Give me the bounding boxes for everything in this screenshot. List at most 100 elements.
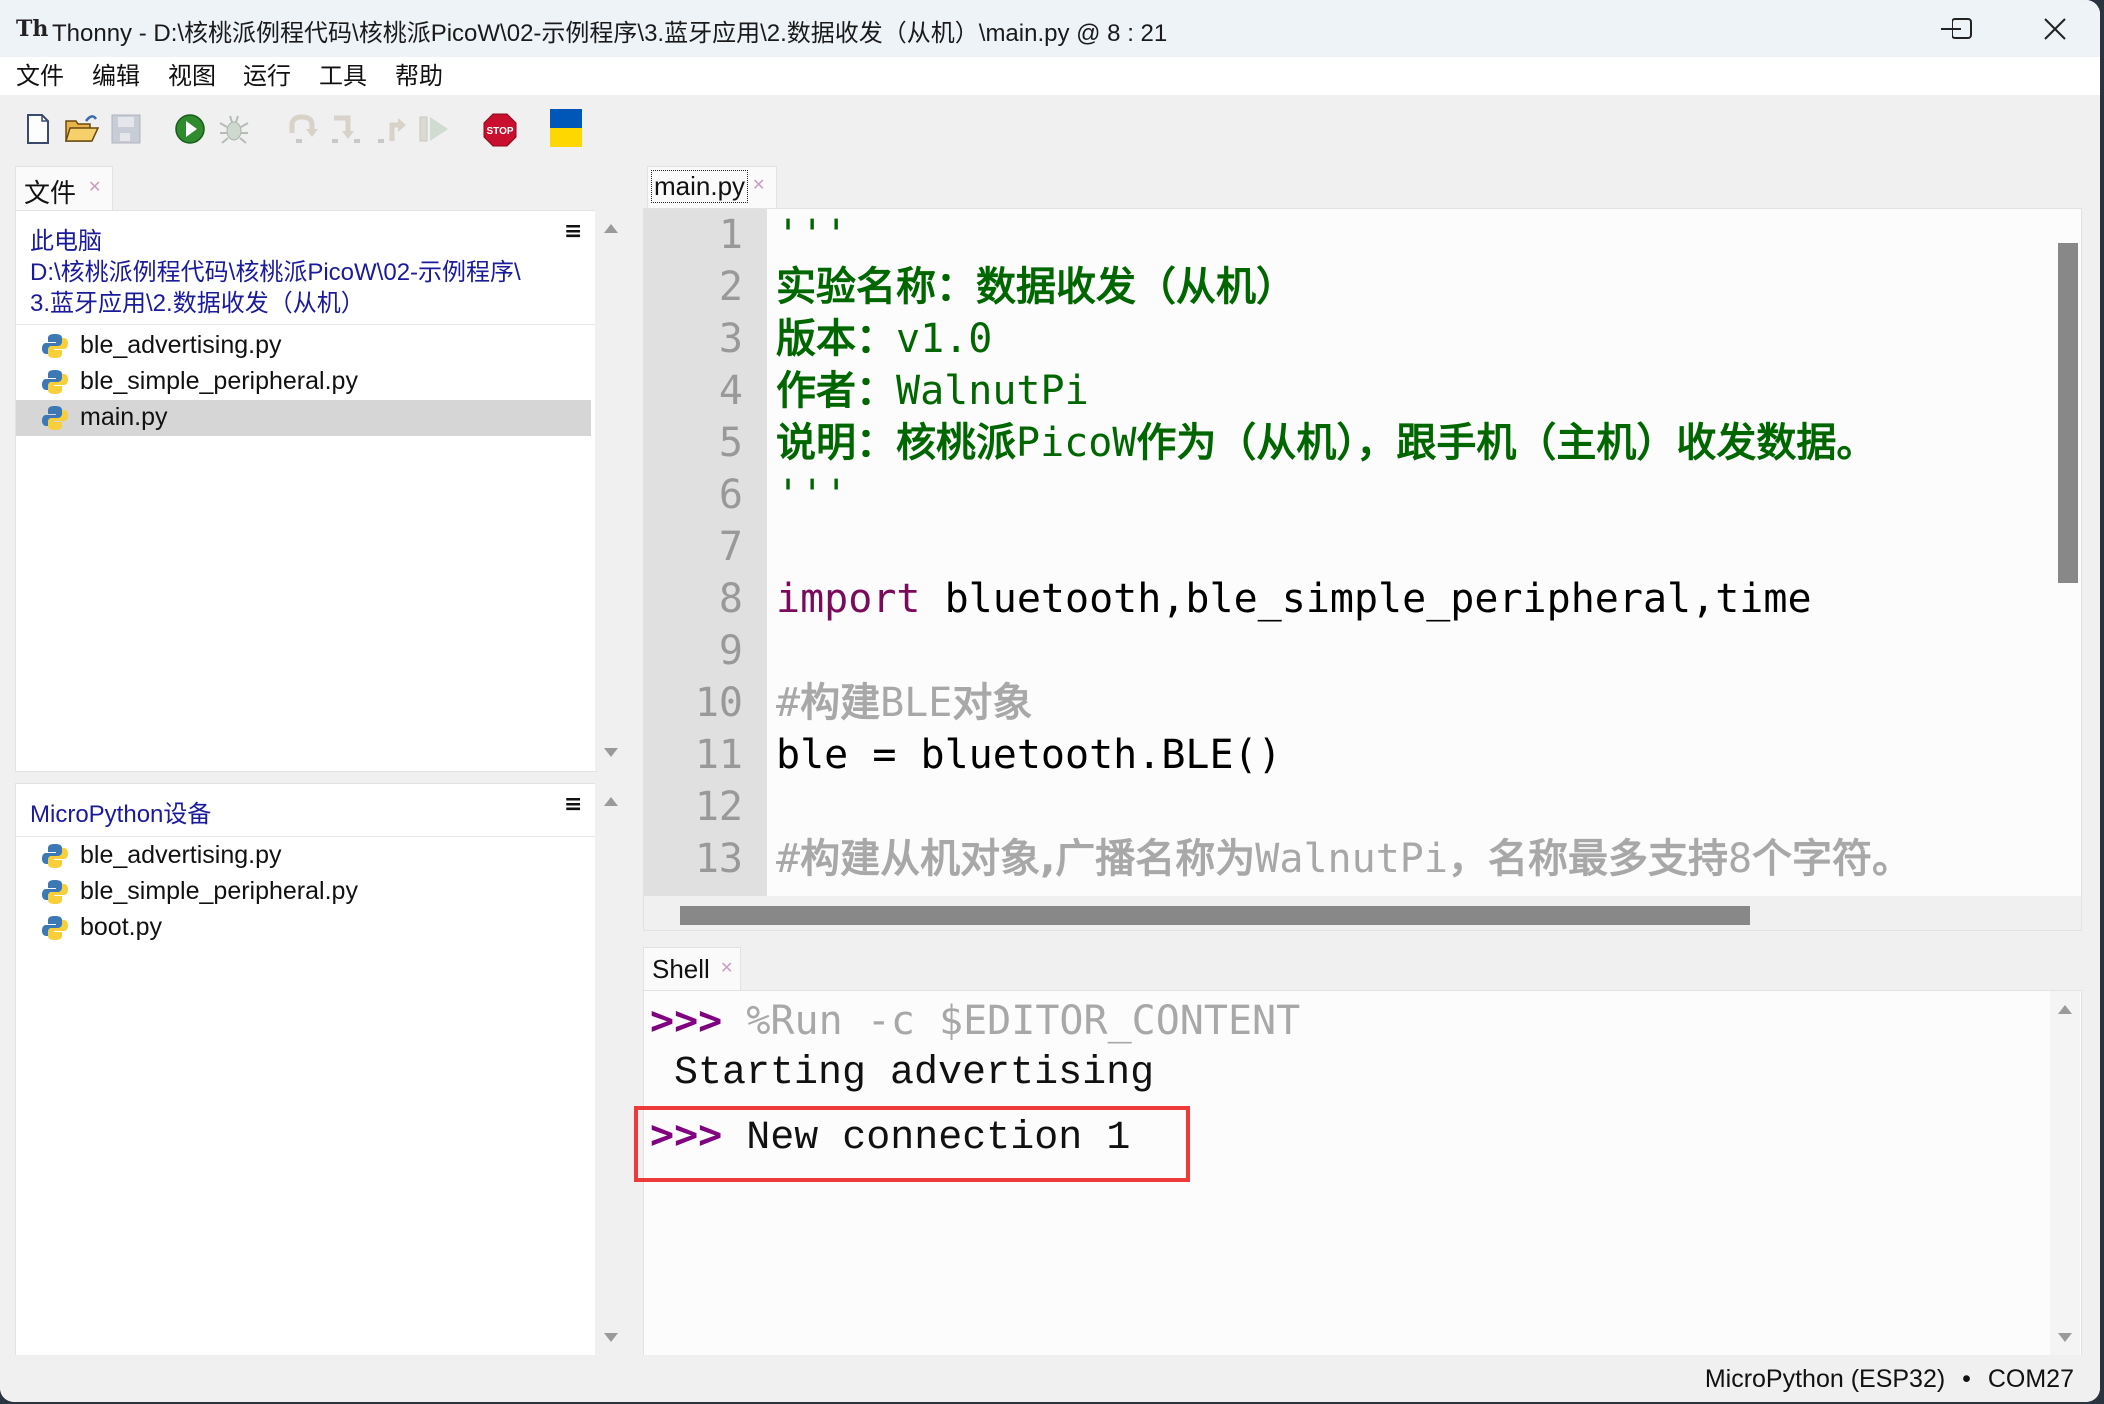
highlight-annotation-box bbox=[634, 1106, 1190, 1182]
code-token: 8 bbox=[1727, 836, 1753, 882]
thonny-window: Th Thonny - D:\核桃派例程代码\核桃派PicoW\02-示例程序\… bbox=[0, 0, 2100, 1402]
status-bar: MicroPython (ESP32) • COM27 bbox=[0, 1355, 2100, 1402]
line-number: 11 bbox=[694, 732, 743, 778]
code-line[interactable]: 作者：WalnutPi bbox=[776, 365, 1089, 417]
tab-files[interactable]: 文件 ✕ bbox=[15, 166, 113, 211]
status-separator: • bbox=[1962, 1365, 1971, 1393]
code-token: ''' bbox=[776, 472, 849, 518]
file-item[interactable]: ble_advertising.py bbox=[16, 838, 591, 874]
ukraine-flag-icon bbox=[550, 109, 582, 147]
code-line[interactable]: 说明：核桃派PicoW作为（从机），跟手机（主机）收发数据。 bbox=[776, 417, 1876, 469]
code-token: ，名称最多支持 bbox=[1447, 836, 1728, 882]
code-line[interactable]: import bluetooth,ble_simple_peripheral,t… bbox=[776, 573, 1812, 625]
tab-shell[interactable]: Shell ✕ bbox=[643, 947, 741, 991]
menu-run[interactable]: 运行 bbox=[243, 61, 291, 91]
new-file-icon bbox=[27, 114, 49, 144]
code-line[interactable]: #构建BLE对象 bbox=[776, 677, 1032, 729]
file-item[interactable]: ble_advertising.py bbox=[16, 328, 591, 364]
line-number: 5 bbox=[718, 420, 743, 466]
local-header[interactable]: 此电脑 bbox=[30, 221, 102, 256]
file-name: boot.py bbox=[80, 913, 163, 941]
open-file-button[interactable] bbox=[64, 113, 100, 145]
python-file-icon bbox=[42, 915, 68, 941]
local-menu-icon[interactable]: ≡ bbox=[564, 219, 582, 244]
shell-output-line: Starting advertising bbox=[650, 1051, 1155, 1096]
code-line[interactable]: 实验名称：数据收发（从机） bbox=[776, 261, 1296, 313]
menu-edit[interactable]: 编辑 bbox=[92, 61, 140, 91]
editor-vertical-scrollbar-thumb[interactable] bbox=[2058, 243, 2078, 583]
port-name: COM27 bbox=[1987, 1365, 2074, 1393]
editor-horizontal-scrollbar-thumb[interactable] bbox=[680, 906, 1750, 925]
code-token: 说明：核桃派 bbox=[776, 420, 1016, 466]
run-button[interactable] bbox=[174, 113, 206, 145]
code-line[interactable]: #构建从机对象,广播名称为WalnutPi，名称最多支持8个字符。 bbox=[776, 833, 1912, 885]
run-icon bbox=[175, 114, 205, 144]
close-tab-icon[interactable]: ✕ bbox=[720, 958, 733, 978]
step-into-button[interactable] bbox=[330, 113, 362, 145]
save-file-button[interactable] bbox=[110, 113, 142, 145]
stop-button[interactable]: STOP bbox=[483, 113, 517, 147]
interpreter-status[interactable]: MicroPython (ESP32) • COM27 bbox=[1705, 1365, 2074, 1394]
minimize-button[interactable] bbox=[1880, 0, 1961, 57]
maximize-button[interactable] bbox=[1951, 0, 2032, 57]
code-line[interactable]: ble = bluetooth.BLE() bbox=[776, 729, 1282, 781]
line-number: 13 bbox=[694, 836, 743, 882]
menu-file[interactable]: 文件 bbox=[16, 61, 64, 91]
close-button[interactable] bbox=[2036, 0, 2096, 57]
file-item-selected[interactable]: main.py bbox=[16, 400, 591, 436]
close-tab-icon[interactable]: ✕ bbox=[752, 175, 765, 195]
resume-button[interactable] bbox=[418, 113, 450, 145]
menu-tools[interactable]: 工具 bbox=[319, 61, 367, 91]
step-out-button[interactable] bbox=[374, 113, 406, 145]
code-token: BLE bbox=[880, 680, 953, 726]
file-item[interactable]: ble_simple_peripheral.py bbox=[16, 874, 591, 910]
line-number: 7 bbox=[718, 524, 743, 570]
python-file-icon bbox=[42, 843, 68, 869]
menu-help[interactable]: 帮助 bbox=[395, 61, 443, 91]
file-item[interactable]: ble_simple_peripheral.py bbox=[16, 364, 591, 400]
scroll-up-icon[interactable] bbox=[604, 224, 618, 233]
scroll-down-icon[interactable] bbox=[604, 748, 618, 757]
local-path-line-1[interactable]: D:\核桃派例程代码\核桃派PicoW\02-示例程序\ bbox=[30, 252, 521, 287]
scroll-down-icon[interactable] bbox=[2058, 1333, 2072, 1342]
code-token: import bbox=[776, 576, 921, 622]
divider bbox=[16, 836, 596, 837]
code-editor[interactable]: 1 2 3 4 5 6 7 8 9 10 11 12 13 ''' 实验名称：数据收发（从机） 版本：v1.… bbox=[643, 208, 2082, 898]
device-header[interactable]: MicroPython设备 bbox=[30, 794, 211, 829]
debug-button[interactable] bbox=[218, 113, 250, 145]
file-item[interactable]: boot.py bbox=[16, 910, 591, 946]
device-files-scrollbar[interactable] bbox=[595, 783, 628, 1355]
code-line[interactable]: ''' bbox=[776, 469, 848, 521]
device-files-panel: MicroPython设备 ≡ ble_advertising.py ble_s… bbox=[15, 783, 597, 1357]
editor-horizontal-scrollbar[interactable] bbox=[643, 896, 2082, 931]
code-line[interactable]: ''' bbox=[776, 209, 848, 261]
close-tab-icon[interactable]: ✕ bbox=[88, 177, 101, 197]
code-token: # bbox=[776, 836, 801, 882]
local-files-panel: 此电脑 D:\核桃派例程代码\核桃派PicoW\02-示例程序\ 3.蓝牙应用\… bbox=[15, 210, 597, 772]
step-over-button[interactable] bbox=[286, 113, 318, 145]
local-path-line-2[interactable]: 3.蓝牙应用\2.数据收发（从机） bbox=[30, 283, 365, 318]
line-number: 1 bbox=[718, 212, 743, 258]
device-menu-icon[interactable]: ≡ bbox=[564, 792, 582, 817]
code-token: ''' bbox=[776, 212, 849, 258]
tab-main-py[interactable]: main.py ✕ bbox=[647, 166, 777, 209]
line-number: 12 bbox=[694, 784, 743, 830]
menu-view[interactable]: 视图 bbox=[168, 61, 216, 91]
save-file-icon bbox=[111, 114, 141, 144]
scroll-down-icon[interactable] bbox=[604, 1333, 618, 1342]
shell-prompt: >>> bbox=[650, 998, 723, 1044]
ukraine-flag-button[interactable] bbox=[550, 109, 582, 147]
file-name: ble_simple_peripheral.py bbox=[80, 877, 358, 905]
shell-scrollbar[interactable] bbox=[2050, 991, 2080, 1355]
scroll-up-icon[interactable] bbox=[604, 797, 618, 806]
code-token: 构建从机对象,广播名称为 bbox=[800, 836, 1256, 882]
scroll-up-icon[interactable] bbox=[2058, 1005, 2072, 1014]
local-files-scrollbar[interactable] bbox=[595, 210, 628, 770]
new-file-button[interactable] bbox=[24, 113, 56, 145]
file-name: ble_advertising.py bbox=[80, 331, 282, 359]
code-token: 作者： bbox=[776, 368, 896, 414]
step-into-icon bbox=[332, 115, 360, 143]
line-number: 9 bbox=[718, 628, 743, 674]
code-line[interactable]: 版本：v1.0 bbox=[776, 313, 992, 365]
tab-files-label: 文件 bbox=[24, 178, 77, 208]
